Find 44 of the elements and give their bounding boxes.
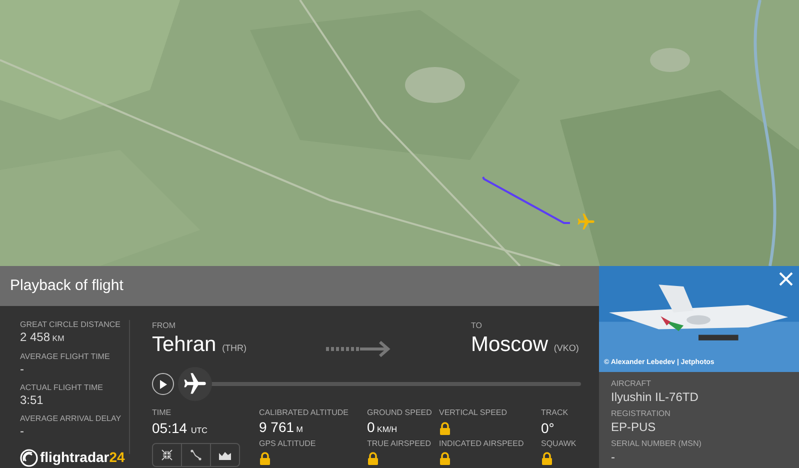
stat-label: AVERAGE ARRIVAL DELAY xyxy=(20,414,122,424)
stat-value: - xyxy=(20,362,25,377)
stat-value: 3:51 xyxy=(20,393,44,408)
stat-label: ACTUAL FLIGHT TIME xyxy=(20,383,104,393)
route-icon xyxy=(190,449,202,461)
to-label: TO xyxy=(471,320,483,332)
stat-label: GPS ALTITUDE xyxy=(259,438,317,450)
info-label: REGISTRATION xyxy=(611,408,672,420)
area-chart-icon xyxy=(219,450,231,460)
info-label: SERIAL NUMBER (MSN) xyxy=(611,438,702,450)
playback-slider[interactable] xyxy=(178,367,581,401)
playback-thumb[interactable] xyxy=(178,367,212,401)
stat-label: VERTICAL SPEED xyxy=(439,407,508,419)
origin-city: Tehran (THR) xyxy=(152,332,247,358)
stat-label: INDICATED AIRSPEED xyxy=(439,438,525,450)
info-label: AIRCRAFT xyxy=(611,378,652,390)
info-value: - xyxy=(611,450,616,465)
panel-title: Playback of flight xyxy=(10,276,124,296)
stat-label: GREAT CIRCLE DISTANCE xyxy=(20,320,122,330)
collapse-icon xyxy=(161,449,173,461)
stat-label: TIME xyxy=(152,407,172,419)
stat-value: 0° xyxy=(541,419,554,437)
radar-icon xyxy=(20,448,38,466)
destination-city: Moscow (VKO) xyxy=(471,332,580,358)
stat-value: 0 KM/H xyxy=(367,418,398,436)
stat-label: AVERAGE FLIGHT TIME xyxy=(20,352,111,362)
info-value: EP-PUS xyxy=(611,420,657,435)
play-icon xyxy=(159,380,167,388)
stat-value: - xyxy=(20,424,25,439)
stat-label: GROUND SPEED xyxy=(367,407,433,419)
arrow-icon xyxy=(326,341,392,357)
play-button[interactable] xyxy=(152,373,174,395)
stat-label: TRUE AIRSPEED xyxy=(367,438,432,450)
stat-label: CALIBRATED ALTITUDE xyxy=(259,407,350,419)
from-label: FROM xyxy=(152,320,177,332)
time-value: 05:14 UTC xyxy=(152,419,208,438)
stat-label: TRACK xyxy=(541,407,570,419)
info-value: Ilyushin IL-76TD xyxy=(611,390,700,405)
stat-value: 2 458 KM xyxy=(20,330,66,346)
close-icon xyxy=(779,272,793,286)
stat-value: 9 761 M xyxy=(259,418,303,436)
airplane-icon xyxy=(182,371,208,397)
logo-text: flightradar24 xyxy=(40,448,125,467)
stat-label: SQUAWK xyxy=(541,438,578,450)
